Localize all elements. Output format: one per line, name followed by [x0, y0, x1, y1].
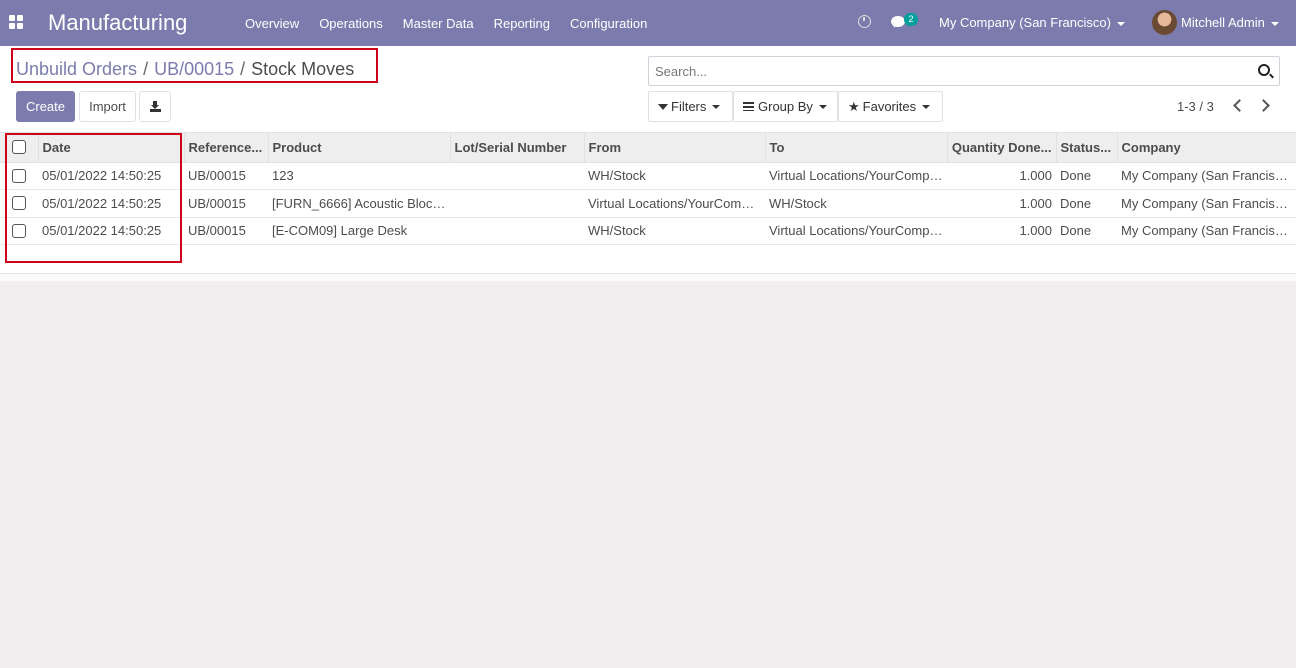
cell-status: Done	[1060, 168, 1092, 184]
group-by-label: Group By	[758, 99, 813, 114]
row-select-cell	[0, 190, 38, 218]
filter-icon	[658, 103, 668, 110]
favorites-label: Favorites	[862, 99, 917, 114]
bars-icon	[743, 102, 754, 111]
cell-reference: UB/00015	[188, 223, 246, 239]
select-all-checkbox[interactable]	[11, 140, 26, 155]
user-menu[interactable]: Mitchell Admin	[1181, 15, 1279, 30]
cell-company: My Company (San Francisco)	[1121, 168, 1293, 184]
select-all-cell	[0, 133, 39, 163]
activity-clock-icon[interactable]	[858, 15, 871, 28]
breadcrumb-unbuild-orders[interactable]: Unbuild Orders	[16, 59, 137, 79]
list-footer	[0, 273, 1296, 281]
cell-product: 123	[272, 168, 294, 184]
cell-quantity-done: 1.000	[1019, 223, 1052, 239]
row-checkbox[interactable]	[12, 196, 26, 211]
cell-date: 05/01/2022 14:50:25	[42, 195, 162, 211]
chat-badge: 2	[904, 13, 918, 26]
cell-lot-serial	[450, 162, 584, 190]
row-select-cell	[0, 162, 38, 190]
breadcrumb-ub-00015[interactable]: UB/00015	[154, 59, 234, 79]
stock-moves-table: Date Reference... Product Lot/Serial Num…	[0, 133, 1296, 245]
company-name: My Company (San Francisco)	[939, 15, 1111, 30]
cell-lot-serial	[450, 190, 584, 218]
cell-from: WH/Stock	[588, 168, 646, 184]
search-input[interactable]	[649, 57, 1239, 85]
column-product[interactable]: Product	[268, 133, 451, 163]
breadcrumb: Unbuild Orders / UB/00015/Stock Moves	[16, 59, 354, 80]
caret-down-icon	[712, 104, 721, 109]
menu-overview[interactable]: Overview	[235, 16, 309, 31]
user-avatar[interactable]	[1152, 10, 1177, 35]
search-icon[interactable]	[1258, 64, 1270, 76]
row-checkbox[interactable]	[12, 223, 26, 238]
column-quantity-done[interactable]: Quantity Done...	[947, 133, 1057, 163]
cell-to: Virtual Locations/YourCompany: Unbuild	[769, 223, 947, 239]
filters-label: Filters	[671, 99, 707, 114]
breadcrumb-separator: /	[240, 59, 246, 79]
filters-dropdown[interactable]: Filters	[648, 91, 733, 122]
caret-down-icon	[1116, 21, 1125, 26]
search-bar	[648, 56, 1280, 86]
table-row[interactable]: 05/01/2022 14:50:25 UB/00015 123 WH/Stoc…	[0, 162, 1296, 190]
menu-operations[interactable]: Operations	[309, 16, 393, 31]
cell-to: WH/Stock	[769, 195, 827, 211]
cell-from: Virtual Locations/YourCompany: Unbuild	[588, 195, 765, 211]
cell-quantity-done: 1.000	[1019, 168, 1052, 184]
column-status[interactable]: Status...	[1056, 133, 1118, 163]
main-menu: Overview Operations Master Data Reportin…	[235, 0, 657, 46]
cell-reference: UB/00015	[188, 195, 246, 211]
table-row[interactable]: 05/01/2022 14:50:25 UB/00015 [FURN_6666]…	[0, 190, 1296, 218]
cell-reference: UB/00015	[188, 168, 246, 184]
pager-previous-icon[interactable]	[1231, 97, 1245, 113]
caret-down-icon	[922, 104, 931, 109]
menu-master-data[interactable]: Master Data	[393, 16, 484, 31]
pager-value[interactable]: 1-3 / 3	[1177, 99, 1214, 114]
cell-company: My Company (San Francisco)	[1121, 195, 1293, 211]
caret-down-icon	[1270, 21, 1279, 26]
cell-lot-serial	[450, 217, 584, 245]
cell-product: [FURN_6666] Acoustic Bloc Screens	[272, 195, 450, 211]
menu-reporting[interactable]: Reporting	[484, 16, 560, 31]
apps-menu-icon[interactable]	[9, 15, 23, 29]
user-name: Mitchell Admin	[1181, 15, 1265, 30]
column-from[interactable]: From	[584, 133, 766, 163]
column-company[interactable]: Company	[1117, 133, 1296, 163]
table-header: Date Reference... Product Lot/Serial Num…	[0, 133, 1296, 163]
column-lot-serial[interactable]: Lot/Serial Number	[450, 133, 585, 163]
pager-next-icon[interactable]	[1258, 97, 1272, 113]
cell-status: Done	[1060, 195, 1092, 211]
menu-configuration[interactable]: Configuration	[560, 16, 657, 31]
column-reference[interactable]: Reference...	[184, 133, 269, 163]
cell-quantity-done: 1.000	[1019, 195, 1052, 211]
download-icon	[149, 101, 161, 112]
cell-from: WH/Stock	[588, 223, 646, 239]
company-switcher[interactable]: My Company (San Francisco)	[939, 15, 1125, 30]
favorites-dropdown[interactable]: ★ Favorites	[838, 91, 943, 122]
row-checkbox[interactable]	[12, 168, 26, 183]
breadcrumb-separator: /	[143, 59, 149, 79]
row-select-cell	[0, 217, 38, 245]
cell-to: Virtual Locations/YourCompany: Unbuild	[769, 168, 947, 184]
top-navbar: Manufacturing Overview Operations Master…	[0, 0, 1296, 46]
list-view: Date Reference... Product Lot/Serial Num…	[0, 132, 1296, 281]
table-row[interactable]: 05/01/2022 14:50:25 UB/00015 [E-COM09] L…	[0, 217, 1296, 245]
chat-bubble-icon[interactable]	[891, 16, 905, 28]
star-icon: ★	[848, 98, 860, 114]
column-to[interactable]: To	[765, 133, 948, 163]
control-panel: Unbuild Orders / UB/00015/Stock Moves Crea…	[0, 46, 1296, 132]
cell-product: [E-COM09] Large Desk	[272, 223, 408, 239]
caret-down-icon	[818, 104, 827, 109]
cell-company: My Company (San Francisco)	[1121, 223, 1293, 239]
create-button[interactable]: Create	[16, 91, 75, 122]
column-date[interactable]: Date	[38, 133, 185, 163]
cell-status: Done	[1060, 223, 1092, 239]
download-button[interactable]	[139, 91, 171, 122]
cell-date: 05/01/2022 14:50:25	[42, 168, 162, 184]
group-by-dropdown[interactable]: Group By	[733, 91, 838, 122]
breadcrumb-current: Stock Moves	[251, 59, 355, 79]
import-button[interactable]: Import	[79, 91, 136, 122]
app-name[interactable]: Manufacturing	[48, 10, 187, 36]
cell-date: 05/01/2022 14:50:25	[42, 223, 162, 239]
